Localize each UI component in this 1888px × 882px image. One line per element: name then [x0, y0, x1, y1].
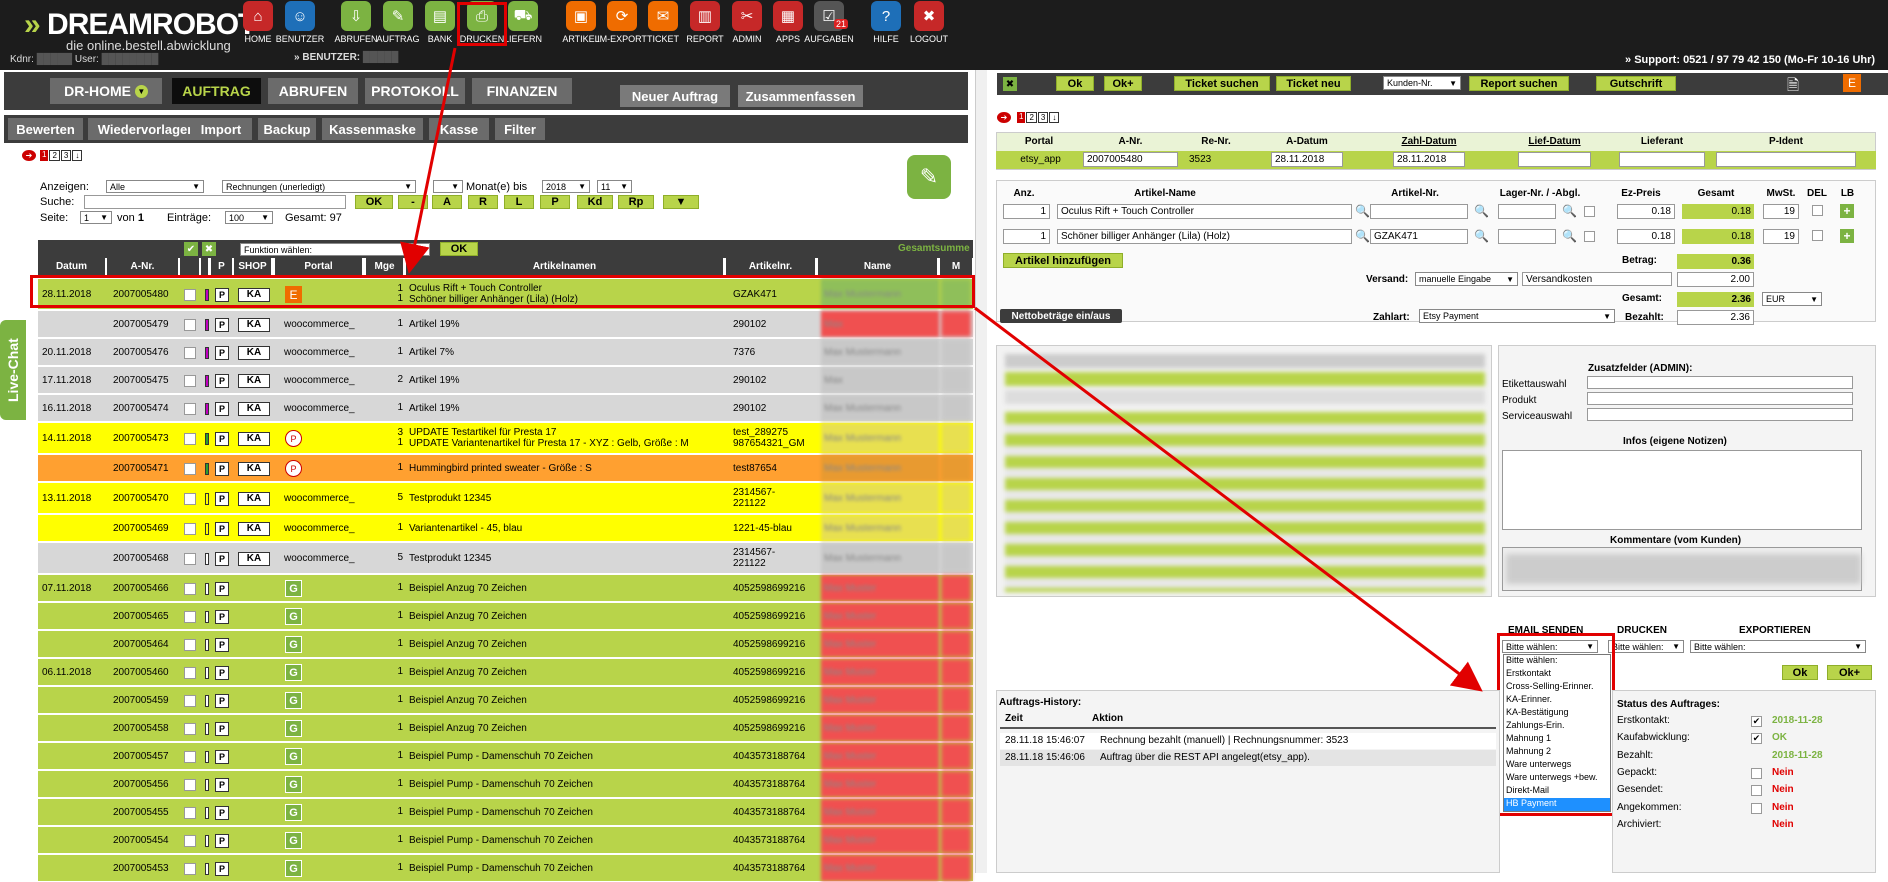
arrow-row-to-dropdown — [974, 306, 1483, 692]
annotation-arrows — [400, 47, 1483, 692]
arrow-auftrag-to-row — [400, 47, 457, 274]
